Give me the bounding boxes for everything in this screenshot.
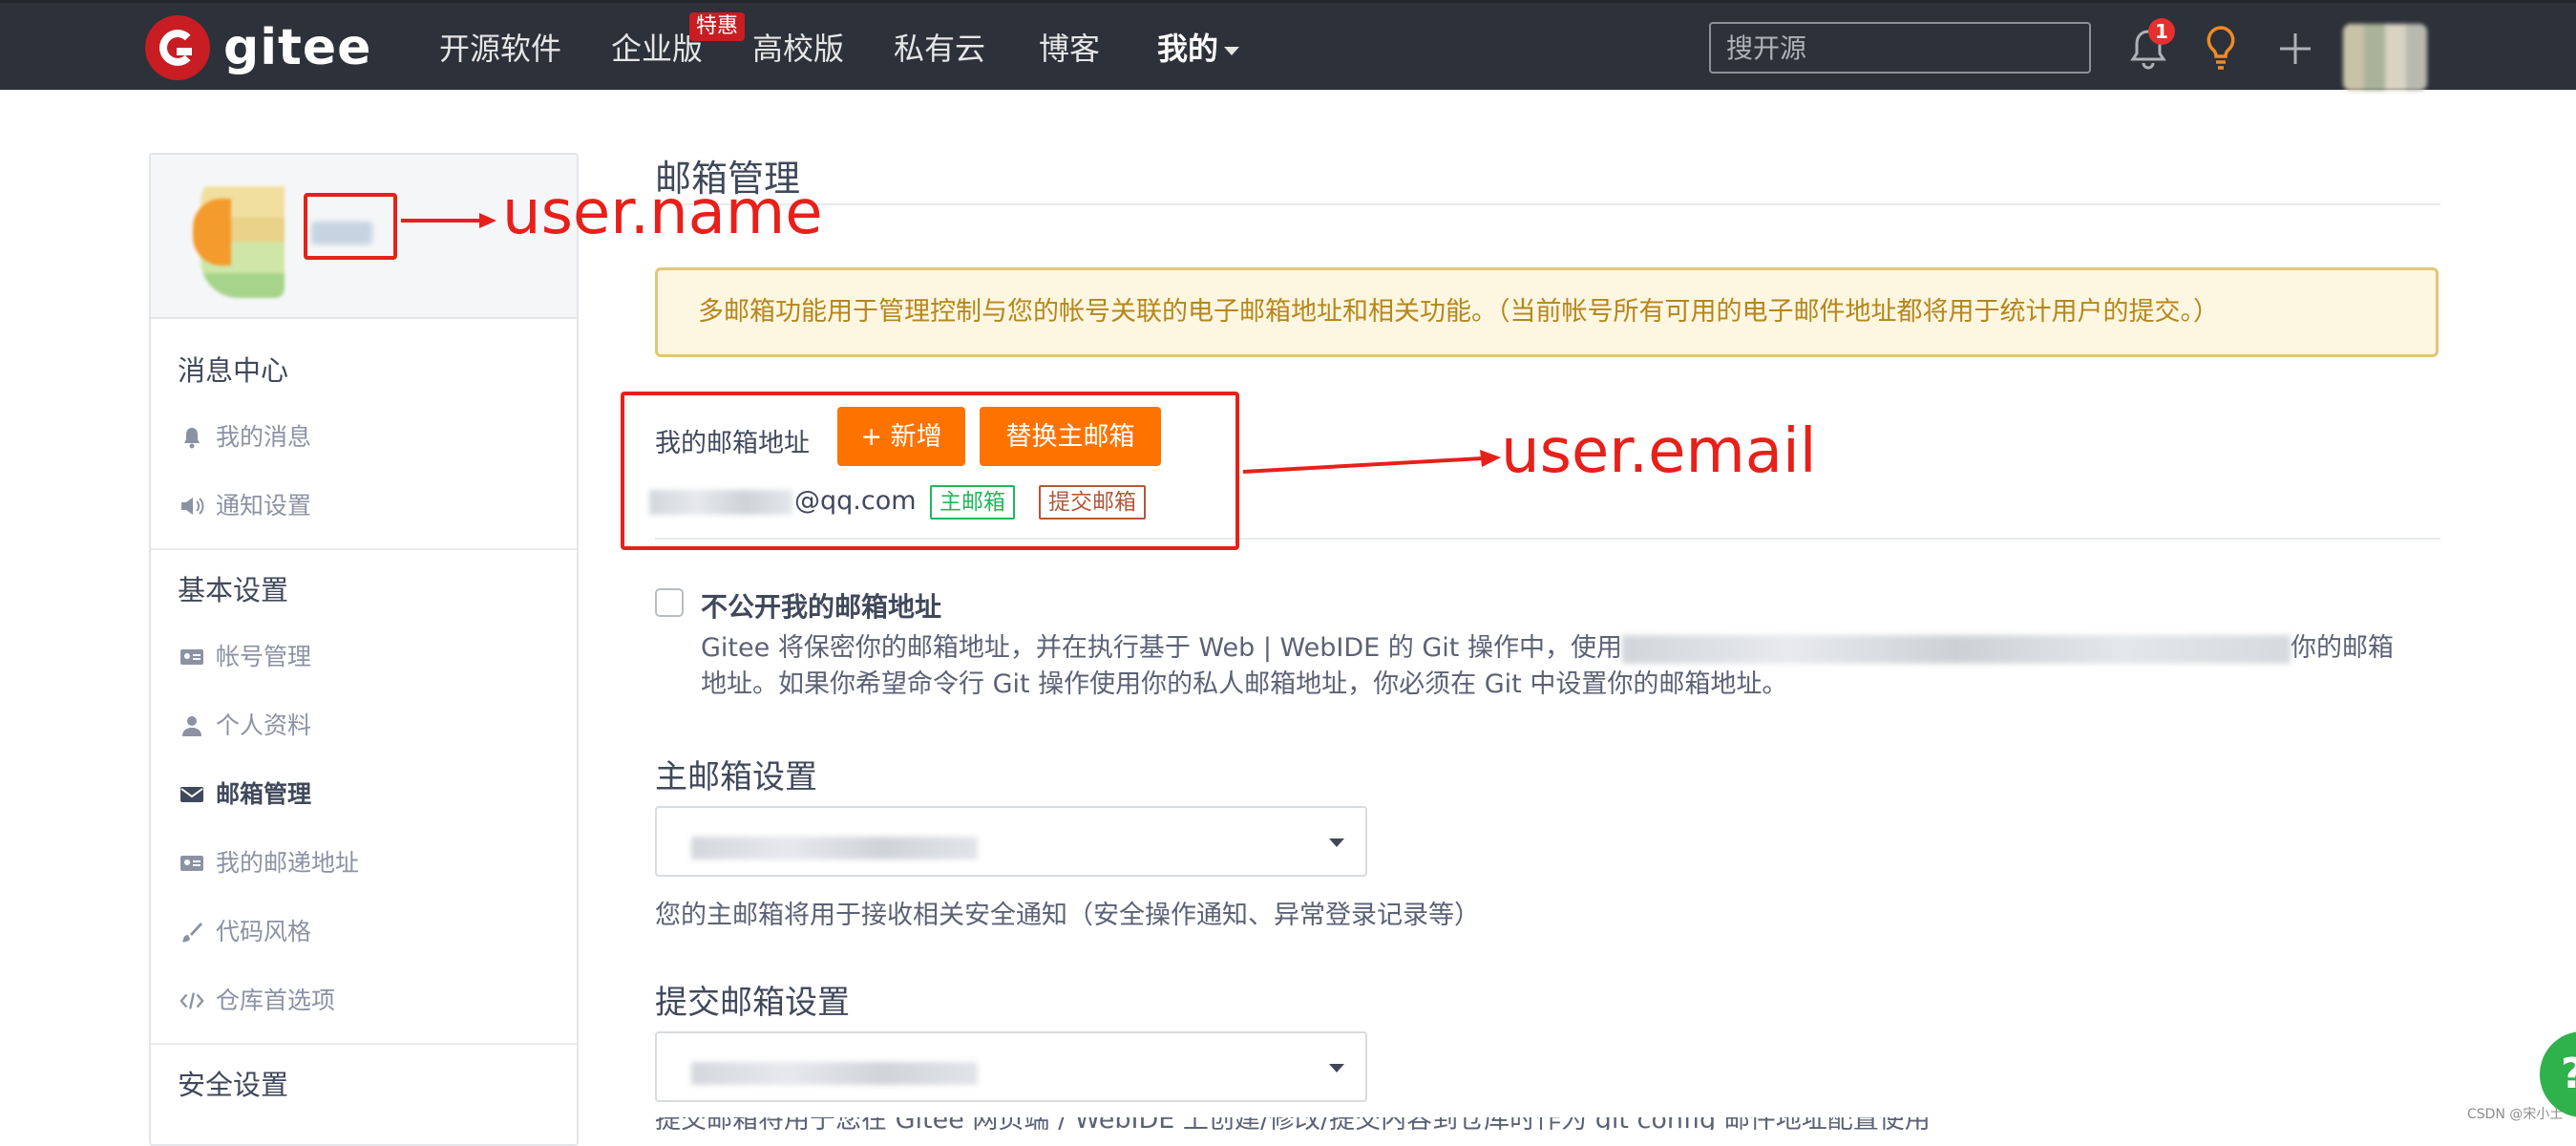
- title-divider: [655, 203, 2440, 205]
- sidebar-divider: [151, 1043, 577, 1045]
- arrow-to-email-label: [1242, 450, 1501, 474]
- arrow-to-username-label: [401, 213, 496, 228]
- lightbulb-icon[interactable]: [2202, 24, 2240, 72]
- nav-mine[interactable]: 我的: [1157, 28, 1240, 70]
- gitee-logo[interactable]: gitee: [145, 14, 371, 81]
- profile-avatar[interactable]: [193, 174, 285, 298]
- sidebar-item-label: 通知设置: [216, 492, 312, 520]
- sidebar-item-email-management[interactable]: 邮箱管理: [151, 760, 577, 829]
- commit-email-hint: 提交邮箱将用于您在 Gitee 网页端 / WebIDE 上创建/修改/提交内容…: [655, 1117, 1992, 1130]
- speaker-icon: [179, 494, 204, 519]
- sidebar-item-my-messages[interactable]: 我的消息: [151, 403, 577, 472]
- id-card-icon: [179, 645, 204, 669]
- annotation-user-email: user.email: [1501, 416, 1817, 487]
- bell-icon: [179, 425, 204, 450]
- sidebar-group-message-center: 消息中心: [178, 354, 289, 387]
- email-highlight-box: [621, 392, 1239, 550]
- sidebar-item-mailing-address[interactable]: 我的邮递地址: [151, 829, 577, 898]
- enterprise-promo-badge: 特惠: [689, 12, 746, 41]
- sidebar-item-label: 帐号管理: [216, 643, 312, 670]
- chevron-down-icon: [1224, 46, 1240, 55]
- search-input[interactable]: [1709, 22, 2091, 74]
- sidebar-item-label: 我的邮递地址: [216, 849, 360, 877]
- plus-icon[interactable]: [2276, 30, 2314, 68]
- chevron-down-icon: [1329, 1064, 1344, 1072]
- sidebar-item-account[interactable]: 帐号管理: [151, 623, 577, 691]
- logo-text: gitee: [223, 19, 372, 76]
- person-icon: [179, 713, 204, 738]
- primary-email-section-title: 主邮箱设置: [655, 758, 817, 796]
- username-highlight-box: [304, 193, 397, 260]
- watermark: CSDN @宋小土: [2467, 1107, 2564, 1122]
- settings-sidebar: 消息中心 我的消息 通知设置 基本设置 帐号管理 个人资料 邮箱管理 我的邮递地…: [149, 153, 579, 1146]
- sidebar-item-repo-preferences[interactable]: 仓库首选项: [151, 966, 577, 1035]
- envelope-icon: [179, 782, 204, 807]
- sidebar-item-label: 仓库首选项: [216, 987, 336, 1014]
- sidebar-divider: [151, 548, 577, 550]
- sidebar-group-basic-settings: 基本设置: [178, 574, 289, 606]
- selected-email-blurred: [691, 1062, 978, 1085]
- noreply-address-blurred: [1621, 634, 2291, 664]
- selected-email-blurred: [691, 837, 978, 860]
- sidebar-item-label: 个人资料: [216, 711, 312, 739]
- privacy-desc-start: Gitee 将保密你的邮箱地址，并在执行基于 Web | WebIDE 的 Gi…: [701, 633, 1622, 663]
- sidebar-item-profile[interactable]: 个人资料: [151, 691, 577, 760]
- commit-email-section-title: 提交邮箱设置: [655, 984, 850, 1022]
- nav-open-source[interactable]: 开源软件: [439, 28, 561, 70]
- primary-email-select[interactable]: [655, 806, 1367, 877]
- gitee-logo-icon: [145, 15, 210, 80]
- sidebar-item-label: 我的消息: [216, 423, 312, 451]
- id-card-icon: [179, 851, 204, 876]
- chevron-down-icon: [1329, 838, 1344, 847]
- commit-email-select[interactable]: [655, 1031, 1367, 1102]
- nav-university[interactable]: 高校版: [752, 28, 844, 70]
- annotation-user-name: user.name: [502, 178, 823, 248]
- brush-icon: [179, 920, 204, 944]
- nav-private-cloud[interactable]: 私有云: [894, 28, 985, 70]
- user-avatar[interactable]: [2343, 24, 2427, 91]
- commit-email-hint-container: 提交邮箱将用于您在 Gitee 网页端 / WebIDE 上创建/修改/提交内容…: [655, 1117, 1992, 1130]
- sidebar-item-code-style[interactable]: 代码风格: [151, 898, 577, 966]
- code-icon: [179, 988, 204, 1013]
- info-notice: 多邮箱功能用于管理控制与您的帐号关联的电子邮箱地址和相关功能。（当前帐号所有可用…: [655, 267, 2439, 357]
- hide-email-title: 不公开我的邮箱地址: [701, 591, 942, 623]
- hide-email-checkbox[interactable]: [655, 588, 684, 617]
- primary-email-hint: 您的主邮箱将用于接收相关安全通知（安全操作通知、异常登录记录等）: [655, 901, 1480, 930]
- notification-count-badge: 1: [2148, 18, 2175, 45]
- sidebar-item-label: 邮箱管理: [216, 780, 312, 808]
- nav-mine-label: 我的: [1157, 31, 1219, 67]
- sidebar-group-security-settings: 安全设置: [178, 1069, 289, 1101]
- top-navbar: gitee 开源软件 企业版 特惠 高校版 私有云 博客 我的 1: [0, 0, 2576, 91]
- sidebar-item-label: 代码风格: [216, 918, 312, 945]
- hide-email-description: Gitee 将保密你的邮箱地址，并在执行基于 Web | WebIDE 的 Gi…: [701, 630, 2410, 703]
- nav-blog[interactable]: 博客: [1039, 28, 1100, 70]
- sidebar-item-notification-settings[interactable]: 通知设置: [151, 472, 577, 541]
